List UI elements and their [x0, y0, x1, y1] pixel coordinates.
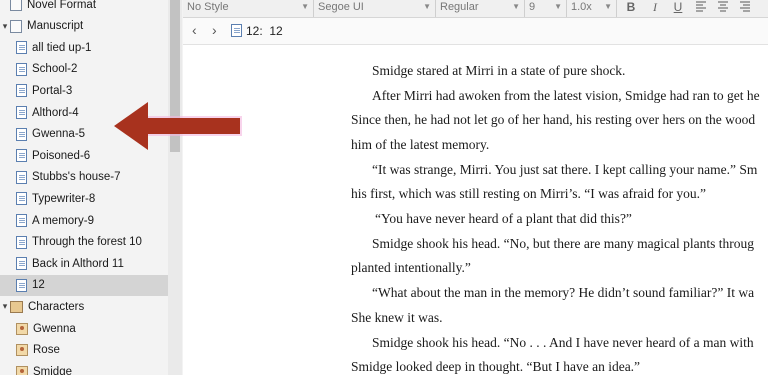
text-line: “What about the man in the memory? He di… [372, 285, 755, 300]
font-value: Segoe UI [318, 1, 364, 13]
chevron-down-icon: ▼ [423, 2, 431, 11]
binder-item-label: Characters [28, 300, 85, 313]
binder-item-label: Stubbs's house-7 [32, 171, 121, 184]
back-arrow-icon[interactable]: ‹ [192, 22, 197, 38]
binder-item[interactable]: Poisoned-6 [0, 145, 90, 166]
binder-item[interactable]: 12 [0, 274, 168, 296]
binder-item-label: 12 [32, 279, 45, 292]
chevron-down-icon[interactable]: ▾ [0, 21, 10, 32]
binder-item[interactable]: School-2 [0, 59, 77, 80]
binder-item[interactable]: Typewriter-8 [0, 188, 95, 209]
characters-folder-icon [10, 300, 23, 313]
document-icon [16, 84, 27, 98]
binder-item[interactable]: Smidge [0, 361, 72, 375]
binder-item[interactable]: A memory-9 [0, 210, 94, 231]
binder-item-label: Novel Format [27, 0, 97, 11]
document-icon [16, 149, 27, 163]
chevron-down-icon: ▼ [301, 2, 309, 11]
document-icon [16, 62, 27, 76]
binder-item-label: Gwenna-5 [32, 128, 86, 141]
font-size-select[interactable]: 9 ▼ [525, 0, 567, 17]
binder-sidebar: Novel Format ▾ Manuscript all tied up-1 Scho… [0, 0, 183, 375]
editor-header: ‹ › 12: 12 [183, 18, 768, 45]
text-line: Smidge looked deep in thought. “But I ha… [351, 359, 641, 374]
document-icon [16, 257, 27, 271]
document-title: 12: 12 [246, 24, 283, 38]
binder-item[interactable]: Portal-3 [0, 80, 72, 101]
character-icon [16, 322, 28, 335]
binder-item[interactable]: Through the forest 10 [0, 232, 142, 253]
binder-item-label: Smidge [33, 365, 72, 375]
chevron-down-icon: ▼ [604, 2, 612, 11]
character-icon [16, 365, 28, 375]
text-line: Smidge shook his head. “No . . . And I h… [372, 335, 754, 350]
italic-button[interactable]: I [647, 0, 663, 17]
line-spacing-select[interactable]: 1.0x ▼ [567, 0, 617, 17]
binder-item[interactable]: Gwenna [0, 318, 76, 339]
format-toolbar: No Style ▼ Segoe UI ▼ Regular ▼ 9 ▼ 1.0x ▼ B … [183, 0, 768, 18]
document-icon [16, 170, 27, 184]
align-right-icon[interactable] [737, 0, 753, 17]
chevron-down-icon: ▼ [554, 2, 562, 11]
binder-item[interactable]: ▾ Characters [0, 296, 84, 317]
document-icon [16, 235, 27, 249]
binder-item-label: Portal-3 [32, 84, 73, 97]
binder-item-label: Althord-4 [32, 106, 79, 119]
size-value: 9 [529, 1, 536, 13]
binder-item-label: Manuscript [27, 20, 84, 33]
book-icon [10, 0, 22, 11]
document-icon [231, 24, 242, 37]
binder-item[interactable]: Novel Format [0, 0, 96, 15]
align-center-icon[interactable] [715, 0, 731, 17]
font-weight-select[interactable]: Regular ▼ [436, 0, 525, 17]
forward-arrow-icon[interactable]: › [212, 22, 217, 38]
binder-item[interactable]: all tied up-1 [0, 37, 91, 58]
binder-item-label: Rose [33, 344, 60, 357]
binder-item-label: Typewriter-8 [32, 192, 96, 205]
text-line: planted intentionally.” [351, 260, 471, 275]
editor-text-area[interactable]: Smidge stared at Mirri in a state of pur… [183, 45, 768, 375]
underline-button[interactable]: U [670, 0, 686, 17]
binder-item-label: all tied up-1 [32, 41, 92, 54]
document-icon [16, 41, 27, 55]
document-icon [16, 106, 27, 119]
binder-item[interactable]: Back in Althord 11 [0, 253, 124, 274]
red-arrow-icon [114, 102, 242, 150]
binder-item-label: Gwenna [33, 322, 76, 335]
binder-item-label: A memory-9 [32, 214, 94, 227]
document-icon [16, 214, 27, 227]
document-icon [16, 278, 27, 292]
binder-item-label: Through the forest 10 [32, 236, 142, 249]
document-icon [16, 127, 27, 141]
style-value: No Style [187, 1, 229, 13]
spacing-value: 1.0x [571, 1, 592, 13]
binder-item[interactable]: Althord-4 [0, 102, 79, 123]
text-line: After Mirri had awoken from the latest v… [372, 88, 760, 103]
text-line: “It was strange, Mirri. You just sat the… [372, 162, 758, 177]
text-line: his first, which was still resting on Mi… [351, 186, 707, 201]
character-icon [16, 344, 28, 357]
binder-item[interactable]: Gwenna-5 [0, 124, 85, 145]
text-line: “You have never heard of a plant that di… [375, 211, 632, 226]
binder-item-label: Back in Althord 11 [32, 257, 124, 270]
font-select[interactable]: Segoe UI ▼ [314, 0, 436, 17]
text-line: Smidge stared at Mirri in a state of pur… [372, 63, 626, 78]
style-select[interactable]: No Style ▼ [183, 0, 314, 17]
text-line: Since then, he had not let go of her han… [351, 112, 756, 127]
book-icon [10, 19, 22, 33]
text-line: him of the latest memory. [351, 137, 490, 152]
text-line: She knew it was. [351, 310, 443, 325]
chevron-down-icon[interactable]: ▾ [0, 301, 10, 312]
binder-item[interactable]: Rose [0, 340, 60, 361]
align-left-icon[interactable] [693, 0, 709, 17]
bold-button[interactable]: B [623, 0, 639, 17]
text-line: Smidge shook his head. “No, but there ar… [372, 236, 755, 251]
document-icon [16, 192, 27, 206]
chevron-down-icon: ▼ [512, 2, 520, 11]
weight-value: Regular [440, 1, 479, 13]
binder-item[interactable]: Stubbs's house-7 [0, 167, 121, 188]
binder-item-label: Poisoned-6 [32, 149, 91, 162]
binder-item[interactable]: ▾ Manuscript [0, 16, 83, 37]
binder-item-label: School-2 [32, 63, 78, 76]
